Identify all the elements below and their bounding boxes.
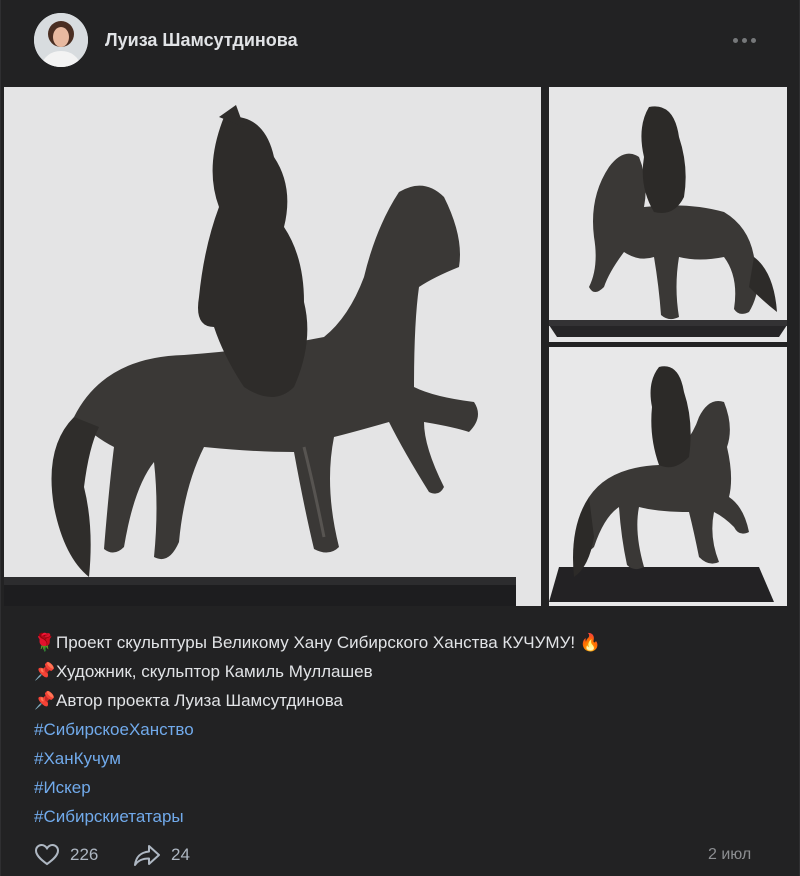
heart-icon xyxy=(34,843,60,866)
rose-emoji: 🌹 xyxy=(34,633,56,652)
share-count: 24 xyxy=(171,845,190,864)
like-button[interactable]: 226 xyxy=(34,843,98,867)
fire-emoji: 🔥 xyxy=(579,633,602,652)
post-line-artist: 📌Художник, скульптор Камиль Муллашев xyxy=(34,657,774,686)
like-count: 226 xyxy=(70,845,99,864)
pin-emoji: 📌 xyxy=(34,691,56,710)
hashtag-link[interactable]: #СибирскоеХанство xyxy=(34,720,194,739)
post-header: Луиза Шамсутдинова xyxy=(1,0,800,86)
post-card: Луиза Шамсутдинова 🌹Проект скульптуры Ве… xyxy=(0,0,800,876)
share-arrow-icon xyxy=(134,845,160,866)
post-line-text: Художник, скульптор Камиль Муллашев xyxy=(56,662,373,681)
post-photo-main[interactable] xyxy=(4,87,541,606)
post-line-author: 📌Автор проекта Луиза Шамсутдинова xyxy=(34,686,774,715)
post-text: 🌹Проект скульптуры Великому Хану Сибирск… xyxy=(34,628,774,831)
more-icon[interactable] xyxy=(727,27,761,53)
author-avatar[interactable] xyxy=(34,13,88,67)
hashtag-link[interactable]: #Искер xyxy=(34,778,91,797)
post-line-title: 🌹Проект скульптуры Великому Хану Сибирск… xyxy=(34,628,774,657)
post-date[interactable]: 2 июл xyxy=(708,846,751,864)
post-line-text: Автор проекта Луиза Шамсутдинова xyxy=(56,691,344,710)
post-footer: 226 24 2 июл xyxy=(1,836,800,876)
author-name[interactable]: Луиза Шамсутдинова xyxy=(105,30,298,51)
share-button[interactable]: 24 xyxy=(133,843,190,867)
post-photo-secondary[interactable] xyxy=(549,87,787,342)
post-line-text: Проект скульптуры Великому Хану Сибирско… xyxy=(56,633,576,652)
post-photo-tertiary[interactable] xyxy=(549,347,787,606)
hashtag-link[interactable]: #Сибирскиетатары xyxy=(34,807,184,826)
hashtag-link[interactable]: #ХанКучум xyxy=(34,749,121,768)
pin-emoji: 📌 xyxy=(34,662,56,681)
